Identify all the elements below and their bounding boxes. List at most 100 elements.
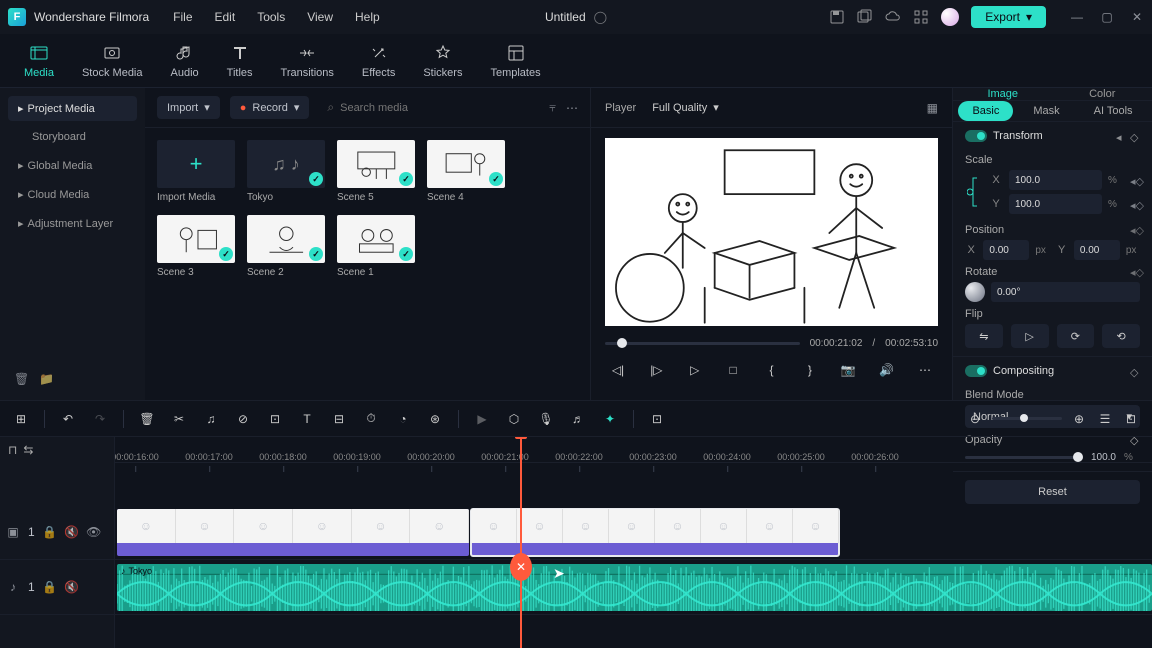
media-item[interactable]: ✓Scene 4 [427, 140, 505, 203]
props-tab-image[interactable]: Image [953, 88, 1053, 100]
props-tab-color[interactable]: Color [1053, 88, 1152, 100]
media-item[interactable]: +Import Media [157, 140, 235, 203]
transform-header[interactable]: Transform ◂◇ [965, 130, 1140, 148]
search-media[interactable]: ⌕ [319, 100, 539, 115]
tab-effects[interactable]: Effects [362, 43, 395, 79]
compositing-header[interactable]: Compositing ◇ [965, 365, 1140, 383]
grid-icon[interactable] [913, 9, 929, 25]
sidebar-item-adjustment-layer[interactable]: ▸ Adjustment Layer [8, 211, 137, 236]
flip-vertical-icon[interactable]: ▷ [1011, 324, 1049, 348]
search-input[interactable] [340, 102, 531, 114]
play-backward-icon[interactable]: |▷ [647, 361, 665, 379]
text-tool-icon[interactable]: T [298, 410, 316, 428]
split-icon[interactable]: ✂ [170, 410, 188, 428]
delete-icon[interactable]: 🗑 [138, 410, 156, 428]
mark-out-icon[interactable]: } [801, 361, 819, 379]
menu-tools[interactable]: Tools [257, 10, 285, 24]
player-viewport[interactable] [605, 138, 938, 326]
mixer-icon[interactable]: ♬ [569, 410, 587, 428]
render-icon[interactable]: ▶ [473, 410, 491, 428]
rotate-input[interactable] [991, 282, 1140, 302]
eye-icon[interactable]: 👁 [87, 525, 101, 539]
tab-stickers[interactable]: Stickers [423, 43, 462, 79]
keyframe-icon[interactable]: ◂◇ [1130, 175, 1140, 185]
media-thumbnail[interactable]: ✓ [337, 215, 415, 263]
color-tool-icon[interactable]: ◔ [394, 410, 412, 428]
scale-x-input[interactable] [1009, 170, 1102, 190]
export-button[interactable]: Export▾ [971, 6, 1046, 28]
lock-icon[interactable]: 🔒 [43, 525, 57, 539]
toggle-icon[interactable]: ⊡ [648, 410, 666, 428]
audio-clip[interactable]: ♪Tokyo [117, 564, 1152, 611]
magnet-icon[interactable]: ⊓ [8, 443, 17, 457]
mark-in-icon[interactable]: { [763, 361, 781, 379]
lock-icon[interactable]: 🔒 [43, 580, 57, 594]
keyframe-icon[interactable]: ◂◇ [1130, 266, 1140, 276]
video-track-header[interactable]: ▣ 1 🔒 🔇 👁 [0, 505, 114, 560]
keyframe-icon[interactable]: ◂◇ [1130, 199, 1140, 209]
video-clip-2[interactable]: ☺☺☺☺☺☺☺☺ [471, 509, 839, 556]
more-icon[interactable]: ⋯ [566, 101, 578, 115]
video-track[interactable]: ☺☺☺☺☺☺ ☺☺☺☺☺☺☺☺ [115, 505, 1152, 560]
subtab-ai-tools[interactable]: AI Tools [1080, 101, 1147, 121]
camera-icon[interactable]: 📷 [839, 361, 857, 379]
pos-y-input[interactable] [1074, 240, 1120, 260]
media-thumbnail[interactable]: ✓ [157, 215, 235, 263]
media-thumbnail[interactable]: ✓ [427, 140, 505, 188]
timeline-ruler[interactable]: 00:00:16:0000:00:17:0000:00:18:0000:00:1… [115, 437, 1152, 463]
effect-tool-icon[interactable]: ⊛ [426, 410, 444, 428]
menu-view[interactable]: View [307, 10, 333, 24]
window-maximize[interactable]: ▢ [1100, 10, 1114, 24]
media-thumbnail[interactable]: ♫ ♪✓ [247, 140, 325, 188]
media-thumbnail[interactable]: + [157, 140, 235, 188]
media-item[interactable]: ✓Scene 3 [157, 215, 235, 278]
link-icon[interactable]: ⇆ [23, 443, 33, 457]
playhead[interactable]: ✕ [520, 437, 522, 648]
fit-icon[interactable]: ⊡ [1122, 410, 1140, 428]
menu-file[interactable]: File [173, 10, 192, 24]
tab-templates[interactable]: Templates [490, 43, 540, 79]
save-icon[interactable] [829, 9, 845, 25]
import-button[interactable]: Import ▾ [157, 96, 220, 119]
trash-icon[interactable]: 🗑 [14, 372, 29, 386]
zoom-out-icon[interactable]: ⊖ [966, 410, 984, 428]
save-as-icon[interactable] [857, 9, 873, 25]
rotate-ccw-icon[interactable]: ⟲ [1102, 324, 1140, 348]
keyframe-prev-icon[interactable]: ◂ [1116, 131, 1126, 141]
snapshot-icon[interactable]: ▦ [927, 101, 938, 115]
voice-icon[interactable]: 🎙 [537, 410, 555, 428]
rotate-cw-icon[interactable]: ⟳ [1057, 324, 1095, 348]
playhead-handle[interactable]: ✕ [510, 553, 532, 581]
scrub-slider[interactable] [605, 342, 800, 345]
sidebar-item-cloud-media[interactable]: ▸ Cloud Media [8, 182, 137, 207]
marker-icon[interactable]: ⬡ [505, 410, 523, 428]
tab-audio[interactable]: Audio [171, 43, 199, 79]
filter-icon[interactable]: ⫧ [549, 100, 556, 115]
sidebar-item-storyboard[interactable]: Storyboard [8, 125, 137, 149]
speed-icon[interactable]: ⊟ [330, 410, 348, 428]
media-item[interactable]: ✓Scene 2 [247, 215, 325, 278]
video-clip-1[interactable]: ☺☺☺☺☺☺ [117, 509, 469, 556]
folder-icon[interactable]: 📁 [39, 372, 54, 386]
media-item[interactable]: ♫ ♪✓Tokyo [247, 140, 325, 203]
record-button[interactable]: ● Record ▾ [230, 96, 310, 119]
zoom-slider[interactable] [992, 417, 1062, 420]
window-minimize[interactable]: — [1070, 10, 1084, 24]
scale-lock-icon[interactable] [965, 170, 983, 214]
crop-icon[interactable]: ⊡ [266, 410, 284, 428]
volume-icon[interactable]: 🔊 [878, 361, 896, 379]
quality-dropdown[interactable]: Full Quality ▾ [652, 101, 719, 114]
audio-track[interactable]: ♪Tokyo [115, 560, 1152, 615]
subtab-mask[interactable]: Mask [1019, 101, 1073, 121]
scale-y-input[interactable] [1009, 194, 1102, 214]
settings-icon[interactable]: ⋯ [916, 361, 934, 379]
keyframe-icon[interactable]: ◇ [1130, 131, 1140, 141]
tab-titles[interactable]: Titles [227, 43, 253, 79]
timer-icon[interactable]: ⏱ [362, 410, 380, 428]
pos-x-input[interactable] [983, 240, 1029, 260]
mute-icon[interactable]: 🔇 [65, 525, 79, 539]
cloud-icon[interactable] [885, 9, 901, 25]
play-icon[interactable]: ▷ [686, 361, 704, 379]
media-thumbnail[interactable]: ✓ [247, 215, 325, 263]
sidebar-item-global-media[interactable]: ▸ Global Media [8, 153, 137, 178]
